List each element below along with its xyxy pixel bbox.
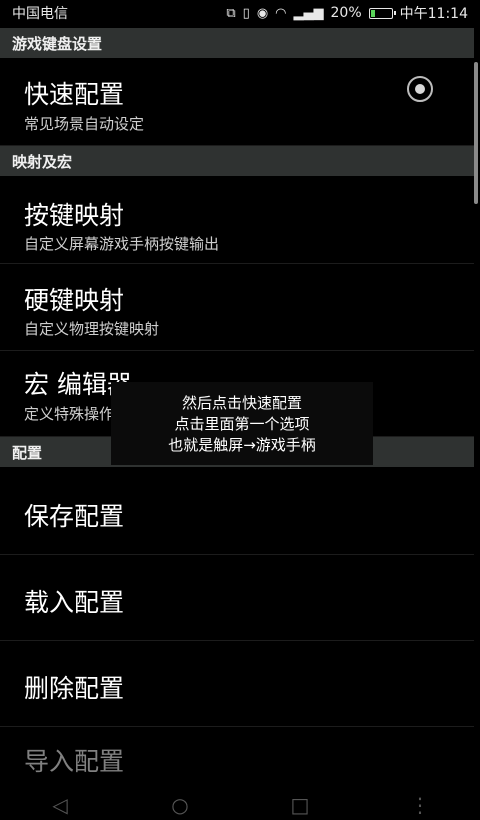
delete-config-title: 删除配置 xyxy=(24,674,125,703)
overlay-line-2: 点击里面第一个选项 xyxy=(174,415,310,433)
delete-config-row[interactable]: 删除配置 xyxy=(0,641,474,727)
status-icons: ⧉ ▯ ◉ ◠ ▂▄▆ 20% 中午11:14 xyxy=(226,3,468,23)
instruction-overlay: 然后点击快速配置 点击里面第一个选项 也就是触屏→游戏手柄 xyxy=(111,382,373,465)
key-mapping-subtitle: 自定义屏幕游戏手柄按键输出 xyxy=(24,235,220,253)
overlay-line-3: 也就是触屏→游戏手柄 xyxy=(168,436,316,454)
quick-config-subtitle: 常见场景自动设定 xyxy=(24,115,145,133)
import-config-row[interactable]: 导入配置 xyxy=(0,727,474,790)
radio-selected-dot xyxy=(415,84,425,94)
quick-config-row[interactable]: 快速配置 常见场景自动设定 xyxy=(0,58,474,146)
signal-icon: ▂▄▆ xyxy=(293,5,324,21)
home-icon[interactable]: ○ xyxy=(160,793,200,817)
key-mapping-row[interactable]: 按键映射 自定义屏幕游戏手柄按键输出 xyxy=(0,176,474,264)
save-config-row[interactable]: 保存配置 xyxy=(0,467,474,555)
load-config-title: 载入配置 xyxy=(24,588,125,617)
battery-icon xyxy=(368,7,396,19)
hard-key-mapping-row[interactable]: 硬键映射 自定义物理按键映射 xyxy=(0,264,474,351)
battery-fill xyxy=(370,9,375,17)
hard-key-mapping-subtitle: 自定义物理按键映射 xyxy=(24,320,160,338)
quick-config-radio[interactable] xyxy=(407,76,433,102)
clock: 中午11:14 xyxy=(399,6,468,22)
hard-key-mapping-title: 硬键映射 xyxy=(24,286,125,315)
page-header: 游戏键盘设置 xyxy=(0,28,474,58)
save-config-title: 保存配置 xyxy=(24,502,125,531)
menu-icon[interactable]: ⋮ xyxy=(400,793,440,817)
recents-icon[interactable]: □ xyxy=(280,793,320,817)
quick-config-title: 快速配置 xyxy=(24,80,125,109)
status-bar: 中国电信 ⧉ ▯ ◉ ◠ ▂▄▆ 20% 中午11:14 xyxy=(0,0,480,26)
section-header-mapping: 映射及宏 xyxy=(0,146,474,176)
wifi-icon: ◠ xyxy=(275,5,287,21)
overlay-line-1: 然后点击快速配置 xyxy=(181,394,302,412)
cast-icon: ⧉ xyxy=(226,5,236,21)
back-icon[interactable]: ◁ xyxy=(40,793,80,817)
scrollbar[interactable] xyxy=(474,62,478,204)
eye-icon: ◉ xyxy=(256,5,269,21)
battery-percent: 20% xyxy=(330,5,362,21)
key-mapping-title: 按键映射 xyxy=(24,201,125,230)
import-config-title: 导入配置 xyxy=(24,747,125,776)
vibrate-icon: ▯ xyxy=(242,5,250,21)
carrier-label: 中国电信 xyxy=(12,6,68,22)
load-config-row[interactable]: 载入配置 xyxy=(0,555,474,641)
navigation-bar: ◁ ○ □ ⋮ xyxy=(0,790,480,820)
